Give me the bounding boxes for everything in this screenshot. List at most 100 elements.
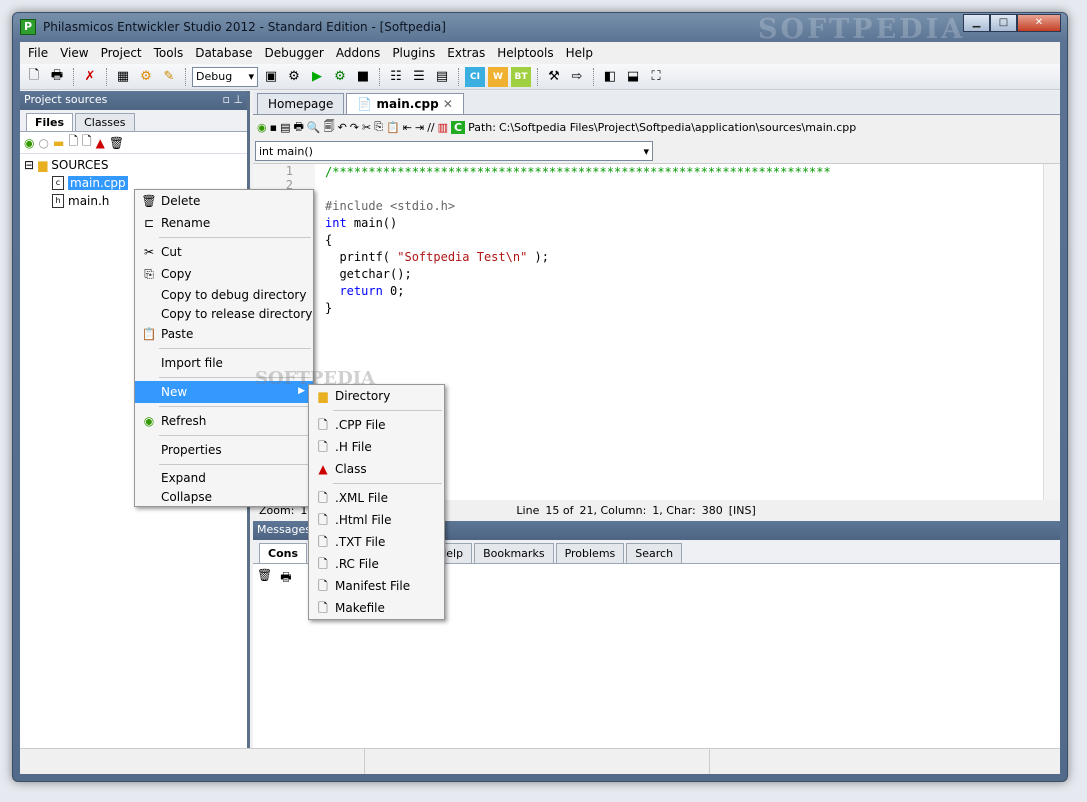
tab-problems[interactable]: Problems: [555, 543, 625, 563]
new-cpp-icon[interactable]: 🗋: [68, 132, 78, 153]
submenu-txt-file[interactable]: 🗋 .TXT File: [309, 531, 444, 553]
menu-copy[interactable]: ⎘ Copy: [135, 263, 313, 285]
submenu-html-file[interactable]: 🗋 .Html File: [309, 509, 444, 531]
table-icon[interactable]: ▤: [432, 67, 452, 87]
tab-search[interactable]: Search: [626, 543, 683, 563]
tab-console[interactable]: Cons: [259, 543, 308, 563]
submenu-cpp-file[interactable]: 🗋 .CPP File: [309, 414, 444, 436]
bt-icon[interactable]: BT: [511, 66, 531, 87]
new-h-icon[interactable]: 🗋: [82, 132, 92, 153]
form-icon[interactable]: ☰: [409, 67, 429, 87]
close-file-icon[interactable]: ✗: [80, 67, 100, 87]
tools-icon[interactable]: ⚒: [544, 67, 564, 87]
menu-file[interactable]: File: [22, 46, 54, 60]
outdent-icon[interactable]: ⇥: [415, 121, 424, 134]
path-label: Path:: [468, 120, 496, 134]
build-icon[interactable]: ▦: [113, 67, 133, 87]
cut-icon[interactable]: ✂: [362, 121, 371, 134]
menu-plugins[interactable]: Plugins: [386, 46, 441, 60]
xml-file-icon: 🗋: [318, 491, 328, 505]
menu-extras[interactable]: Extras: [441, 46, 491, 60]
print-icon[interactable]: 🖶: [293, 118, 303, 137]
clear-icon[interactable]: 🗑: [257, 568, 272, 589]
minimize-button[interactable]: ▁: [963, 14, 990, 32]
copy-page-icon[interactable]: 🗐: [324, 118, 335, 137]
submenu-xml-file[interactable]: 🗋 .XML File: [309, 487, 444, 509]
new-class-icon[interactable]: ▲: [96, 136, 105, 150]
deploy-icon[interactable]: ⇨: [567, 67, 587, 87]
options-icon[interactable]: ▣: [261, 67, 281, 87]
notes-icon[interactable]: ☷: [386, 67, 406, 87]
main-toolbar: 🗋 🖶 ✗ ▦ ⚙ ✎ Debug ▾ ▣ ⚙ ▶ ⚙ ■ ☷ ☰ ▤ CI W …: [20, 64, 1060, 90]
layout-bottom-icon[interactable]: ⬓: [623, 67, 643, 87]
edit-icon[interactable]: ✎: [159, 67, 179, 87]
menu-database[interactable]: Database: [189, 46, 258, 60]
new-folder-icon[interactable]: ▬: [53, 136, 64, 150]
menu-collapse[interactable]: Collapse: [135, 487, 313, 506]
submenu-class[interactable]: ▲ Class: [309, 458, 444, 480]
indent-icon[interactable]: ⇤: [403, 121, 412, 134]
window-title: Philasmicos Entwickler Studio 2012 - Sta…: [43, 20, 446, 34]
debug-icon[interactable]: ⚙: [330, 67, 350, 87]
tab-homepage[interactable]: Homepage: [257, 93, 345, 114]
tab-bookmarks[interactable]: Bookmarks: [474, 543, 554, 563]
editor-scrollbar[interactable]: [1043, 164, 1060, 500]
print-messages-icon[interactable]: 🖶: [280, 568, 291, 589]
tree-root[interactable]: ⊟ ▆ SOURCES: [24, 156, 243, 174]
fullscreen-icon[interactable]: ⛶: [646, 67, 666, 87]
menu-refresh[interactable]: ◉ Refresh: [135, 410, 313, 432]
copy-icon[interactable]: ⎘: [374, 120, 383, 134]
panel-pin-icon[interactable]: ▫ ⊥: [222, 93, 243, 108]
tab-files[interactable]: Files: [26, 113, 74, 131]
submenu-manifest-file[interactable]: 🗋 Manifest File: [309, 575, 444, 597]
run-icon[interactable]: ▶: [307, 67, 327, 87]
reload-icon[interactable]: ◉: [257, 121, 267, 134]
print-icon[interactable]: 🖶: [47, 67, 67, 87]
w-icon[interactable]: W: [488, 66, 508, 87]
undo-icon[interactable]: ↶: [338, 121, 347, 134]
menu-helptools[interactable]: Helptools: [491, 46, 559, 60]
menu-paste[interactable]: 📋 Paste: [135, 323, 313, 345]
menu-addons[interactable]: Addons: [330, 46, 386, 60]
c-icon[interactable]: C: [451, 120, 466, 134]
layout-left-icon[interactable]: ◧: [600, 67, 620, 87]
menu-view[interactable]: View: [54, 46, 94, 60]
dot-icon[interactable]: ○: [38, 136, 48, 150]
new-file-icon[interactable]: 🗋: [24, 67, 44, 87]
menu-copy-debug[interactable]: Copy to debug directory: [135, 285, 313, 304]
menu-properties[interactable]: Properties: [135, 439, 313, 461]
submenu-makefile[interactable]: 🗋 Makefile: [309, 597, 444, 619]
save-all-icon[interactable]: ▤: [280, 121, 290, 134]
settings-icon[interactable]: ⚙: [284, 67, 304, 87]
ci-icon[interactable]: CI: [465, 66, 485, 87]
submenu-rc-file[interactable]: 🗋 .RC File: [309, 553, 444, 575]
redo-icon[interactable]: ↷: [350, 121, 359, 134]
menu-tools[interactable]: Tools: [148, 46, 190, 60]
maximize-button[interactable]: □: [990, 14, 1017, 32]
menu-expand[interactable]: Expand: [135, 468, 313, 487]
save-icon[interactable]: ▪: [270, 121, 277, 134]
menu-rename[interactable]: ⊏ Rename: [135, 212, 313, 234]
config-select[interactable]: Debug ▾: [192, 66, 258, 87]
cpp-file-icon: c: [52, 176, 64, 190]
close-button[interactable]: ✕: [1017, 14, 1061, 32]
function-select[interactable]: int main() ▾: [255, 141, 653, 161]
menu-delete[interactable]: 🗑 Delete: [135, 190, 313, 212]
tab-main-cpp[interactable]: 📄 main.cpp ✕: [346, 93, 464, 114]
stats-icon[interactable]: ▥: [438, 121, 448, 134]
compile-icon[interactable]: ⚙: [136, 67, 156, 87]
paste-icon[interactable]: 📋: [386, 121, 400, 134]
tab-classes[interactable]: Classes: [75, 113, 135, 131]
stop-icon[interactable]: ■: [353, 67, 373, 87]
menu-copy-release[interactable]: Copy to release directory: [135, 304, 313, 323]
refresh-icon[interactable]: ◉: [24, 136, 34, 150]
preview-icon[interactable]: 🔍: [307, 121, 321, 134]
menu-project[interactable]: Project: [95, 46, 148, 60]
trash-icon[interactable]: 🗑: [109, 136, 124, 150]
comment-icon[interactable]: //: [427, 121, 434, 134]
menu-cut[interactable]: ✂ Cut: [135, 241, 313, 263]
menu-help[interactable]: Help: [560, 46, 599, 60]
menu-debugger[interactable]: Debugger: [258, 46, 329, 60]
code-text[interactable]: /***************************************…: [325, 164, 831, 317]
submenu-h-file[interactable]: 🗋 .H File: [309, 436, 444, 458]
